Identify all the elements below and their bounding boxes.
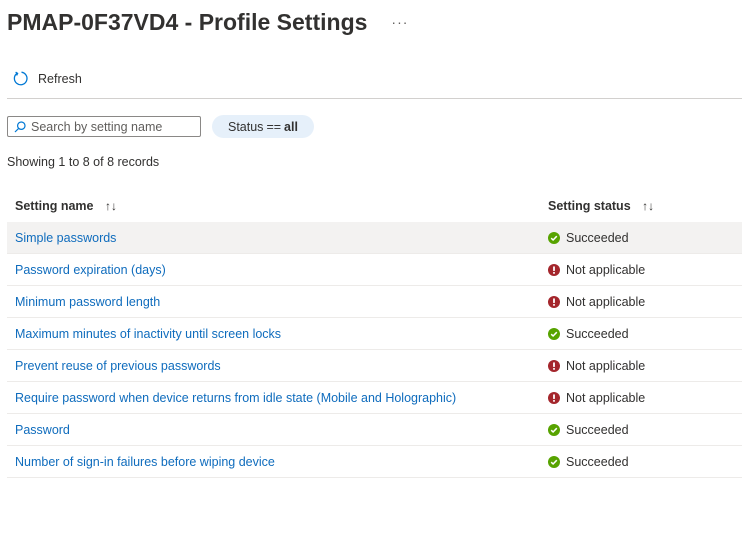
column-header-label: Setting name [15,199,94,213]
filter-bar: Status == all [7,115,314,138]
status-filter-field: Status [228,119,264,134]
setting-name-cell: Maximum minutes of inactivity until scre… [7,327,540,341]
status-filter-value: all [284,119,298,134]
status-label: Not applicable [566,390,646,405]
status-indicator: Succeeded [548,455,742,469]
toolbar: Refresh [7,70,742,99]
status-indicator: Not applicable [548,263,742,277]
setting-name-cell: Prevent reuse of previous passwords [7,359,540,373]
status-indicator: Not applicable [548,391,742,405]
checkmark-circle-icon [548,231,560,244]
setting-name-link[interactable]: Password [15,423,70,437]
sort-icon[interactable]: ↑↓ [105,199,117,213]
status-label: Not applicable [566,262,646,277]
table-body: Simple passwords Succeeded Password expira… [7,222,742,478]
setting-status-cell: Succeeded [540,231,742,245]
column-header-setting-status[interactable]: Setting status ↑↓ [540,199,742,213]
search-icon [14,120,26,132]
column-header-label: Setting status [548,199,631,213]
setting-status-cell: Not applicable [540,263,742,277]
status-label: Succeeded [566,230,629,245]
status-indicator: Not applicable [548,295,742,309]
column-header-setting-name[interactable]: Setting name ↑↓ [7,199,540,213]
title-row: PMAP-0F37VD4 - Profile Settings ··· [7,6,408,38]
setting-name-cell: Number of sign-in failures before wiping… [7,455,540,469]
checkmark-circle-icon [548,455,560,468]
setting-status-cell: Not applicable [540,359,742,373]
setting-name-link[interactable]: Number of sign-in failures before wiping… [15,455,275,469]
status-indicator: Succeeded [548,231,742,245]
profile-settings-page: PMAP-0F37VD4 - Profile Settings ··· Refr… [0,0,742,543]
record-count: Showing 1 to 8 of 8 records [7,155,160,169]
setting-name-link[interactable]: Simple passwords [15,231,116,245]
setting-status-cell: Succeeded [540,423,742,437]
status-filter-pill[interactable]: Status == all [212,115,314,138]
setting-name-cell: Password [7,423,540,437]
refresh-icon [13,71,28,86]
table-row[interactable]: Simple passwords Succeeded [7,222,742,254]
error-circle-icon [548,359,560,372]
setting-name-cell: Simple passwords [7,231,540,245]
table-row[interactable]: Prevent reuse of previous passwords Not a… [7,350,742,382]
setting-name-cell: Require password when device returns fro… [7,391,540,405]
refresh-label: Refresh [38,71,82,86]
status-indicator: Succeeded [548,423,742,437]
table-row[interactable]: Number of sign-in failures before wiping… [7,446,742,478]
setting-name-link[interactable]: Prevent reuse of previous passwords [15,359,221,373]
refresh-button[interactable]: Refresh [13,70,82,87]
setting-name-link[interactable]: Minimum password length [15,295,160,309]
status-label: Succeeded [566,326,629,341]
setting-status-cell: Not applicable [540,391,742,405]
table-row[interactable]: Maximum minutes of inactivity until scre… [7,318,742,350]
checkmark-circle-icon [548,423,560,436]
setting-status-cell: Succeeded [540,327,742,341]
search-box[interactable] [7,116,201,137]
table-row[interactable]: Require password when device returns fro… [7,382,742,414]
table-row[interactable]: Minimum password length Not applicable [7,286,742,318]
table-header: Setting name ↑↓ Setting status ↑↓ [7,190,742,222]
setting-name-link[interactable]: Password expiration (days) [15,263,166,277]
status-indicator: Succeeded [548,327,742,341]
setting-status-cell: Not applicable [540,295,742,309]
table-row[interactable]: Password Succeeded [7,414,742,446]
sort-icon[interactable]: ↑↓ [642,199,654,213]
status-label: Not applicable [566,358,646,373]
setting-name-link[interactable]: Maximum minutes of inactivity until scre… [15,327,281,341]
table-row[interactable]: Password expiration (days) Not applicable [7,254,742,286]
status-label: Succeeded [566,422,629,437]
setting-name-link[interactable]: Require password when device returns fro… [15,391,456,405]
status-label: Not applicable [566,294,646,309]
more-options-button[interactable]: ··· [391,6,408,38]
setting-name-cell: Password expiration (days) [7,263,540,277]
page-title: PMAP-0F37VD4 - Profile Settings [7,9,368,35]
setting-name-cell: Minimum password length [7,295,540,309]
error-circle-icon [548,263,560,276]
checkmark-circle-icon [548,327,560,340]
error-circle-icon [548,295,560,308]
status-label: Succeeded [566,454,629,469]
search-input[interactable] [26,119,191,134]
setting-status-cell: Succeeded [540,455,742,469]
error-circle-icon [548,391,560,404]
status-indicator: Not applicable [548,359,742,373]
settings-table: Setting name ↑↓ Setting status ↑↓ Simple… [7,190,742,478]
status-filter-operator: == [266,119,282,134]
